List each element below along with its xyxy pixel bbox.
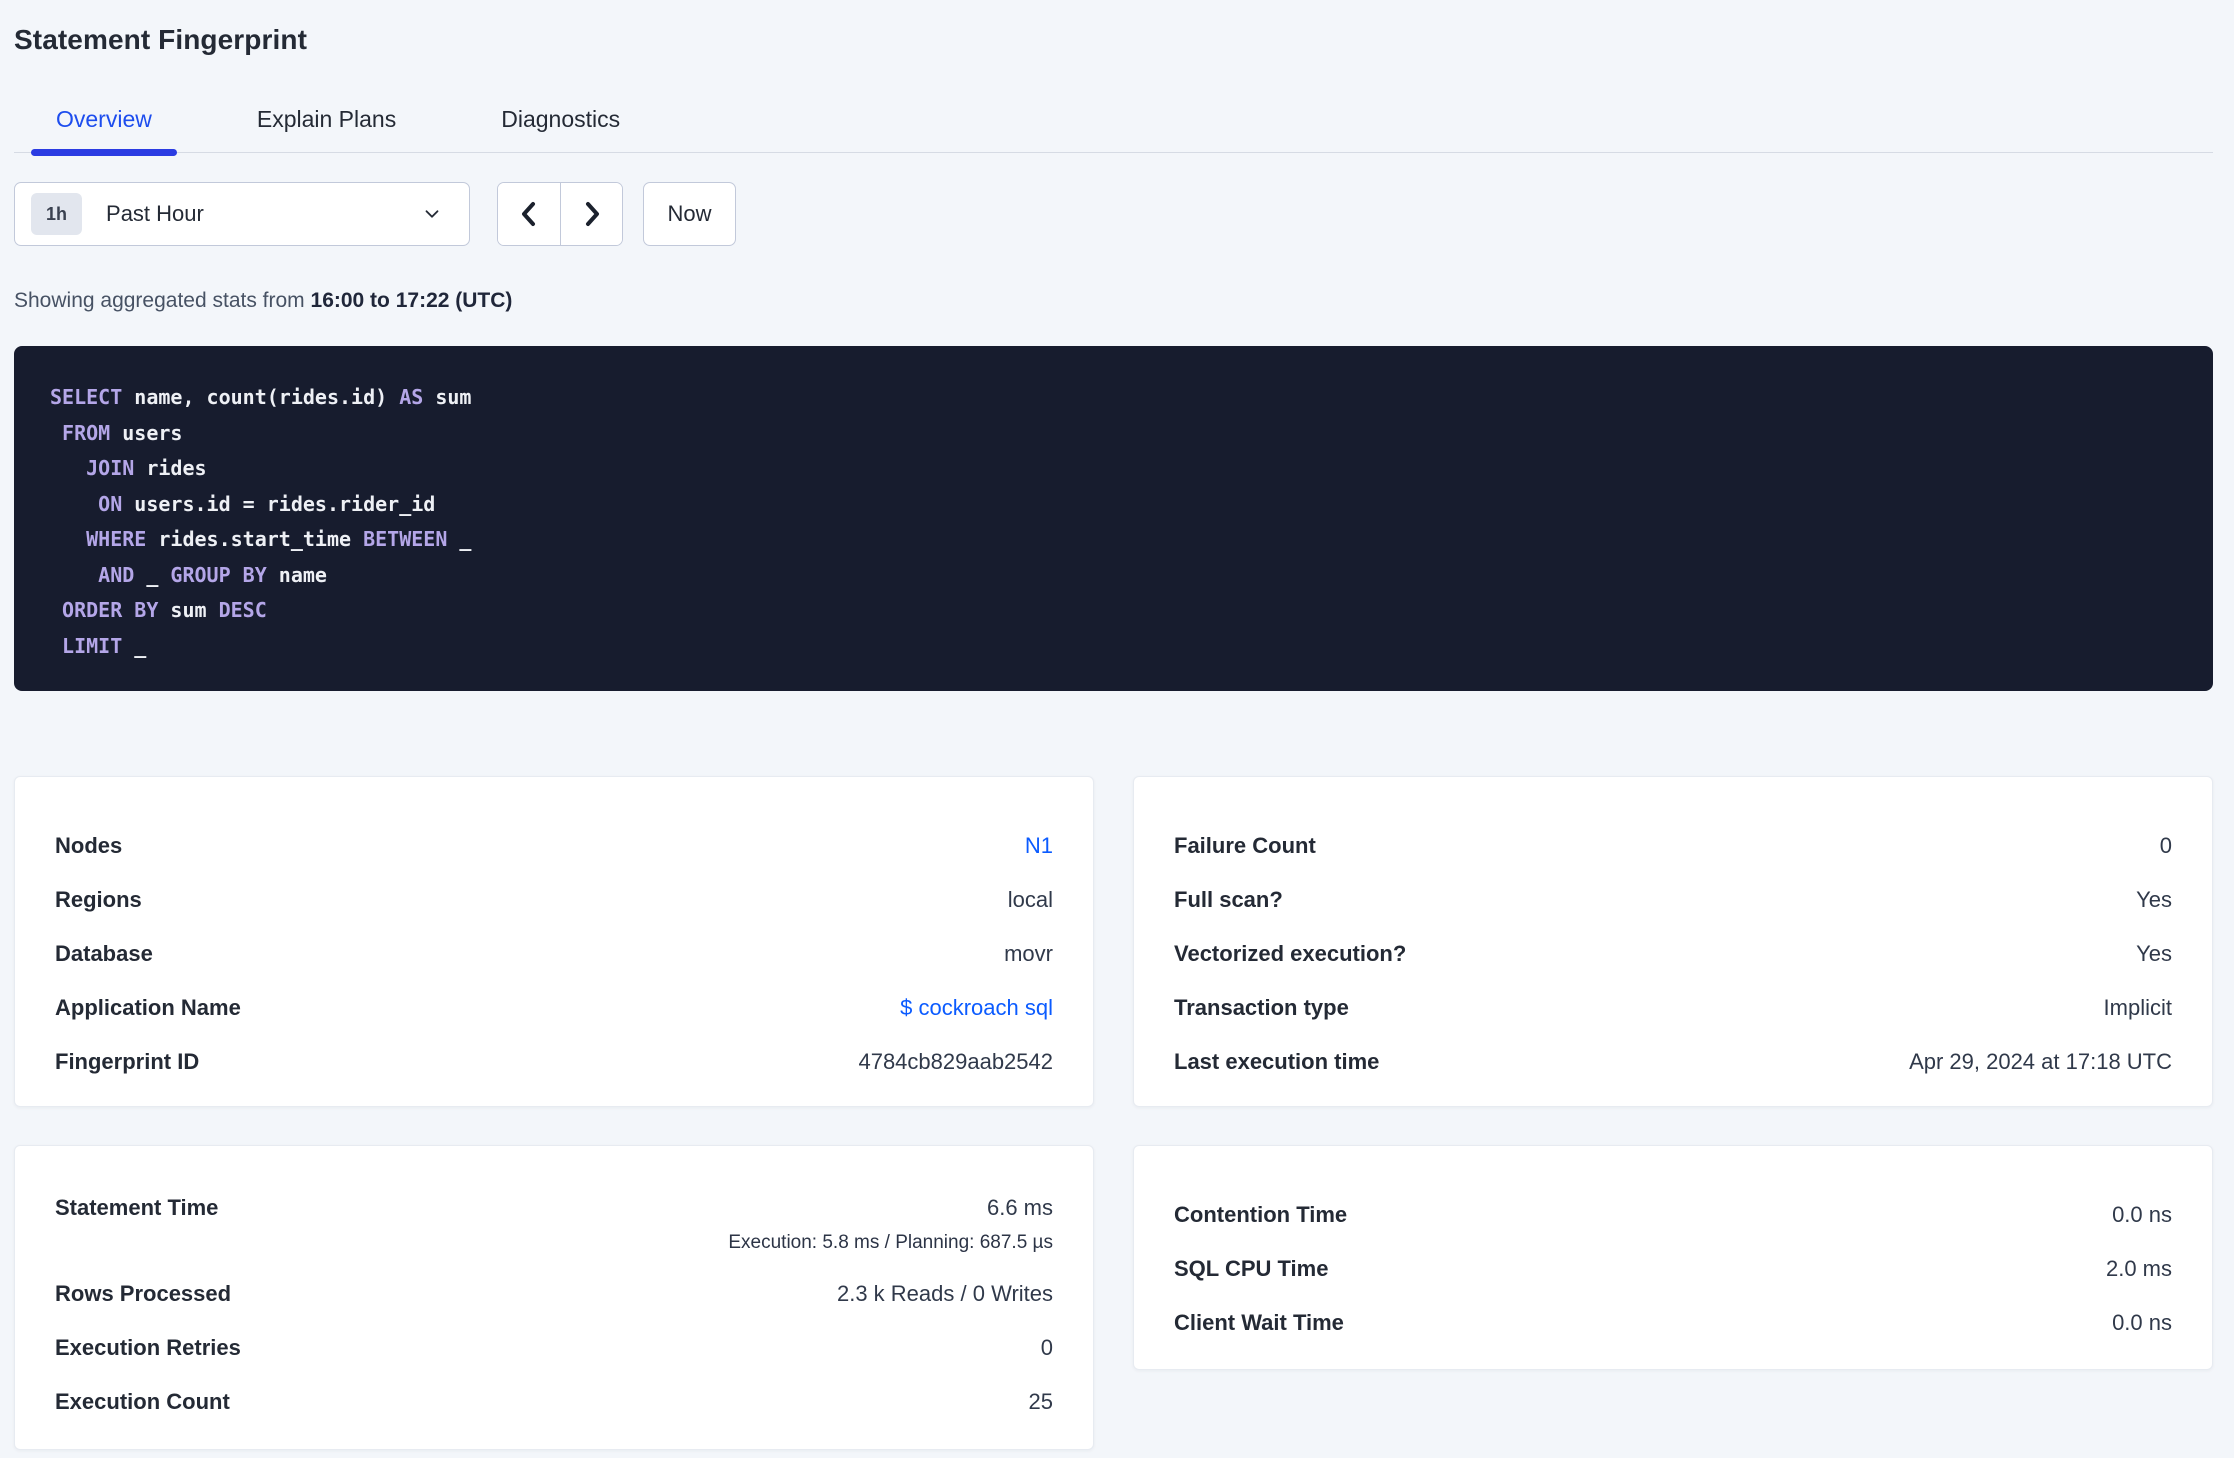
row-label: Application Name xyxy=(55,995,241,1020)
chevron-right-icon xyxy=(585,202,599,226)
row-value: local xyxy=(1007,887,1053,912)
row-label: SQL CPU Time xyxy=(1174,1256,1329,1281)
sql-line: ON users.id = rides.rider_id xyxy=(98,491,436,516)
sql-line: WHERE rides.start_time BETWEEN _ xyxy=(86,527,472,551)
tab-explain-plans[interactable]: Explain Plans xyxy=(232,100,421,152)
card-row: Execution Count 25 xyxy=(55,1375,1053,1429)
card-right-top: Failure Count 0 Full scan? Yes Vectorized ex… xyxy=(1133,776,2213,1107)
row-label: Failure Count xyxy=(1174,833,1316,858)
row-value: 0.0 ns xyxy=(2112,1310,2172,1335)
card-row: Regions local xyxy=(55,873,1053,927)
aggregated-stats-line: Showing aggregated stats from 16:00 to 1… xyxy=(14,289,2213,313)
row-label: Contention Time xyxy=(1174,1202,1348,1227)
sql-statement-box: SELECT name, count(rides.id) AS sum FROM… xyxy=(14,346,2213,691)
card-row: Rows Processed 2.3 k Reads / 0 Writes xyxy=(55,1267,1053,1321)
row-label: Fingerprint ID xyxy=(55,1049,200,1074)
page-title: Statement Fingerprint xyxy=(14,24,308,55)
row-value: 2.0 ms xyxy=(2105,1256,2172,1281)
row-value: 25 xyxy=(1028,1389,1053,1414)
time-next-button[interactable] xyxy=(560,183,622,245)
card-row: Vectorized execution? Yes xyxy=(1174,927,2172,981)
row-value-link[interactable]: N1 xyxy=(1025,832,1053,860)
statement-fingerprint-page: Statement Fingerprint Overview Explain Pl… xyxy=(0,0,2234,1450)
row-value: Yes xyxy=(2136,941,2172,966)
row-label: Full scan? xyxy=(1174,887,1283,912)
row-label: Regions xyxy=(55,887,142,912)
row-value: 6.6 ms xyxy=(986,1195,1053,1220)
sql-line: ORDER BY sum DESC xyxy=(62,598,267,622)
row-value: movr xyxy=(1004,941,1053,966)
card-row: SQL CPU Time 2.0 ms xyxy=(1174,1242,2172,1296)
row-value: 4784cb829aab2542 xyxy=(858,1049,1053,1074)
sql-line: FROM users xyxy=(62,420,183,445)
time-interval-badge: 1h xyxy=(31,193,83,235)
aggregated-stats-range: 16:00 to 17:22 (UTC) xyxy=(310,289,513,312)
tab-diagnostics[interactable]: Diagnostics xyxy=(476,100,645,152)
card-row: Full scan? Yes xyxy=(1174,873,2172,927)
row-value: Yes xyxy=(2136,887,2172,912)
card-row: Nodes N1 xyxy=(55,819,1053,873)
row-label: Vectorized execution? xyxy=(1174,941,1407,966)
row-value: 0.0 ns xyxy=(2112,1202,2172,1227)
card-row: Client Wait Time 0.0 ns xyxy=(1174,1296,2172,1350)
card-right-bottom: Contention Time 0.0 ns SQL CPU Time 2.0 ms C… xyxy=(1133,1145,2213,1370)
aggregated-stats-prefix: Showing aggregated stats from xyxy=(14,289,311,312)
sql-line: LIMIT _ xyxy=(62,633,147,658)
row-label: Client Wait Time xyxy=(1174,1310,1344,1335)
card-left-bottom: Statement Time 6.6 ms Execution: 5.8 ms / … xyxy=(14,1145,1094,1450)
sql-line: SELECT name, count(rides.id) AS sum xyxy=(50,385,472,409)
card-row: Application Name $ cockroach sql xyxy=(55,981,1053,1035)
row-label: Database xyxy=(55,941,153,966)
row-label: Execution Count xyxy=(55,1389,230,1414)
row-label: Execution Retries xyxy=(55,1335,241,1360)
card-left-top: Nodes N1 Regions local Database movr Applicati… xyxy=(14,776,1094,1107)
card-row: Contention Time 0.0 ns xyxy=(1174,1188,2172,1242)
row-value: Apr 29, 2024 at 17:18 UTC xyxy=(1909,1049,2172,1074)
card-row: Last execution time Apr 29, 2024 at 17:18… xyxy=(1174,1035,2172,1089)
tab-bar: Overview Explain Plans Diagnostics xyxy=(14,100,2213,156)
row-value: 2.3 k Reads / 0 Writes xyxy=(836,1281,1053,1306)
time-prev-button[interactable] xyxy=(498,183,560,245)
card-row: Statement Time 6.6 ms Execution: 5.8 ms / … xyxy=(55,1188,1053,1255)
chevron-down-icon xyxy=(425,210,439,218)
card-row: Failure Count 0 xyxy=(1174,819,2172,873)
row-label: Nodes xyxy=(55,833,123,858)
tab-overview[interactable]: Overview xyxy=(31,100,177,156)
time-range-arrows xyxy=(497,182,623,246)
card-row: Transaction type Implicit xyxy=(1174,981,2172,1035)
card-row: Database movr xyxy=(55,927,1053,981)
sql-line: AND _ GROUP BY name xyxy=(98,562,327,587)
card-row: Fingerprint ID 4784cb829aab2542 xyxy=(55,1035,1053,1089)
stats-cards: Nodes N1 Regions local Database movr Applicati… xyxy=(14,776,2213,1450)
row-value: 0 xyxy=(1040,1335,1053,1360)
row-label: Rows Processed xyxy=(55,1281,232,1306)
row-value-link[interactable]: $ cockroach sql xyxy=(900,994,1053,1022)
row-label: Last execution time xyxy=(1174,1049,1380,1074)
row-value: 0 xyxy=(2159,833,2172,858)
time-interval-label: Past Hour xyxy=(106,201,204,226)
now-button[interactable]: Now xyxy=(643,182,736,246)
row-value: Implicit xyxy=(2103,995,2172,1020)
row-value-stack: 6.6 ms Execution: 5.8 ms / Planning: 687.… xyxy=(728,1194,1053,1255)
chevron-left-icon xyxy=(522,202,535,226)
time-toolbar: 1h Past Hour Now xyxy=(14,182,2213,246)
row-label: Transaction type xyxy=(1174,995,1349,1020)
card-row: Execution Retries 0 xyxy=(55,1321,1053,1375)
row-label: Statement Time xyxy=(55,1195,219,1220)
time-interval-dropdown[interactable]: 1h Past Hour xyxy=(14,182,470,246)
row-subvalue: Execution: 5.8 ms / Planning: 687.5 µs xyxy=(728,1232,1053,1253)
sql-line: JOIN rides xyxy=(86,456,207,480)
